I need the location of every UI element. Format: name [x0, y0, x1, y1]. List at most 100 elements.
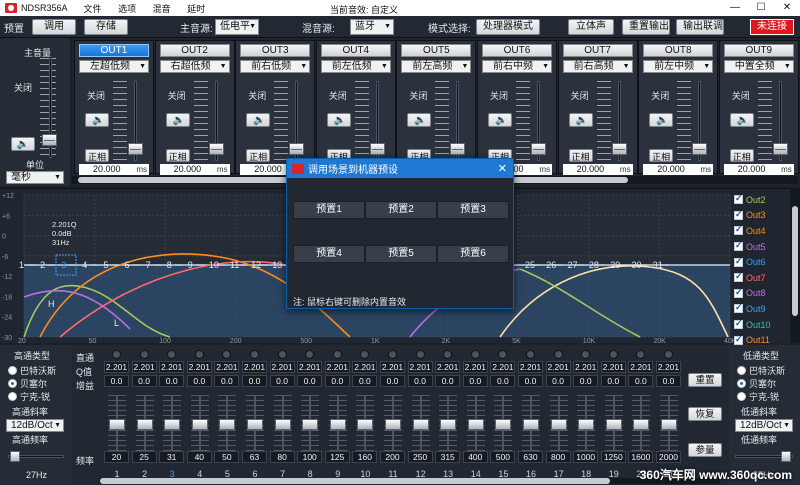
mute-button[interactable]: 🔈 [568, 113, 593, 127]
q-field[interactable]: 2.201 [656, 361, 681, 373]
gain-knob[interactable] [578, 419, 595, 430]
legend-item-out9[interactable]: Out9 [734, 301, 786, 317]
gain-field[interactable]: 0.0 [159, 375, 185, 387]
q-field[interactable]: 2.201 [628, 361, 654, 373]
volume-knob[interactable] [692, 143, 708, 155]
gain-knob[interactable] [385, 419, 401, 430]
highpass-type-linkwitz[interactable]: 宁克-锐 [0, 390, 72, 403]
menu-file[interactable]: 文件 [84, 4, 102, 14]
legend-item-out7[interactable]: Out7 [734, 270, 786, 286]
q-field[interactable]: 2.201 [518, 361, 543, 373]
mute-button[interactable]: 🔈 [729, 113, 754, 127]
preset-6-button[interactable]: 预置6 [437, 245, 509, 263]
q-field[interactable]: 2.201 [104, 361, 129, 373]
lowpass-slope-select[interactable]: 12dB/Oct [735, 419, 793, 432]
volume-knob[interactable] [208, 143, 224, 155]
bypass-toggle[interactable] [250, 350, 259, 359]
gain-knob[interactable] [136, 419, 153, 430]
master-mute-button[interactable]: 🔈 [11, 137, 35, 151]
speaker-select[interactable]: 前左低频 [320, 60, 391, 73]
volume-knob[interactable] [369, 143, 385, 155]
bypass-toggle[interactable] [332, 350, 342, 359]
bypass-toggle[interactable] [194, 350, 204, 359]
delay-field[interactable]: 20.000 ms [643, 164, 714, 175]
stereo-button[interactable]: 立体声 [568, 19, 614, 35]
preset-3-button[interactable]: 预置3 [437, 201, 509, 219]
freq-field[interactable]: 1600 [628, 451, 654, 463]
output-link-button[interactable]: 输出联调 [676, 19, 724, 35]
gain-knob[interactable] [605, 419, 622, 430]
gain-field[interactable]: 0.0 [324, 375, 350, 387]
gain-knob[interactable] [357, 419, 374, 430]
freq-field[interactable]: 630 [518, 451, 543, 463]
legend-item-out4[interactable]: Out4 [734, 223, 786, 239]
phase-button[interactable]: 正相 [85, 149, 109, 162]
close-icon[interactable]: ✕ [774, 0, 800, 16]
gain-knob[interactable] [329, 419, 346, 430]
gain-knob[interactable] [219, 419, 236, 430]
lowpass-type-linkwitz[interactable]: 宁克-锐 [729, 390, 800, 403]
mode-button[interactable]: 处理器模式 [476, 19, 540, 35]
q-field[interactable]: 2.201 [186, 361, 212, 373]
highpass-type-butterworth[interactable]: 巴特沃斯 [0, 364, 72, 377]
freq-field[interactable]: 40 [186, 451, 212, 463]
dialog-close-icon[interactable]: ✕ [498, 162, 507, 175]
gain-knob[interactable] [109, 419, 125, 430]
eq-scrollbar[interactable] [100, 478, 720, 484]
channel-tab[interactable]: OUT6 [482, 44, 552, 57]
freq-field[interactable]: 63 [242, 451, 267, 463]
volume-knob[interactable] [450, 143, 466, 155]
bypass-toggle[interactable] [581, 350, 591, 359]
preset-2-button[interactable]: 预置2 [365, 201, 437, 219]
channel-tab[interactable]: OUT8 [643, 44, 714, 57]
bypass-toggle[interactable] [305, 350, 315, 359]
gain-knob[interactable] [550, 419, 567, 430]
gain-field[interactable]: 0.0 [407, 375, 433, 387]
gain-knob[interactable] [440, 419, 457, 430]
menu-mix[interactable]: 混音 [153, 4, 171, 14]
freq-field[interactable]: 500 [490, 451, 516, 463]
freq-field[interactable]: 125 [324, 451, 350, 463]
lowpass-type-bessel[interactable]: 贝塞尔 [729, 377, 800, 390]
recall-button[interactable]: 调用 [32, 19, 76, 35]
legend-item-out6[interactable]: Out6 [734, 254, 786, 270]
highpass-freq-knob[interactable] [10, 451, 20, 462]
highpass-type-bessel[interactable]: 贝塞尔 [0, 377, 72, 390]
bypass-toggle[interactable] [112, 350, 121, 359]
bypass-toggle[interactable] [360, 350, 370, 359]
master-slider-knob[interactable] [42, 134, 57, 146]
speaker-select[interactable]: 前右低频 [240, 60, 311, 73]
speaker-select[interactable]: 前左高频 [401, 60, 472, 73]
bypass-toggle[interactable] [636, 350, 646, 359]
gain-knob[interactable] [247, 419, 263, 430]
menu-delay[interactable]: 延时 [187, 4, 205, 14]
mute-button[interactable]: 🔈 [649, 113, 674, 127]
channel-tab[interactable]: OUT3 [240, 44, 311, 57]
graph-scroll-thumb[interactable] [792, 206, 798, 316]
freq-field[interactable]: 315 [435, 451, 461, 463]
gain-field[interactable]: 0.0 [352, 375, 378, 387]
connection-status-button[interactable]: 未连接 [750, 19, 794, 35]
gain-field[interactable]: 0.0 [242, 375, 267, 387]
q-field[interactable]: 2.201 [407, 361, 433, 373]
legend-item-out3[interactable]: Out3 [734, 208, 786, 224]
highpass-slope-select[interactable]: 12dB/Oct [6, 419, 64, 432]
volume-knob[interactable] [772, 143, 788, 155]
eq-reset-button[interactable]: 重置 [688, 373, 722, 387]
volume-knob[interactable] [531, 143, 546, 155]
menu-options[interactable]: 选项 [118, 4, 136, 14]
bypass-toggle[interactable] [139, 350, 149, 359]
bypass-toggle[interactable] [664, 350, 673, 359]
gain-field[interactable]: 0.0 [297, 375, 323, 387]
freq-field[interactable]: 200 [380, 451, 405, 463]
bypass-toggle[interactable] [470, 350, 480, 359]
delay-field[interactable]: 20.000 ms [723, 164, 794, 175]
freq-field[interactable]: 50 [214, 451, 240, 463]
gain-knob[interactable] [164, 419, 181, 430]
bypass-toggle[interactable] [222, 350, 232, 359]
speaker-select[interactable]: 左超低频 [79, 60, 149, 73]
speaker-select[interactable]: 前左中频 [643, 60, 714, 73]
mute-button[interactable]: 🔈 [246, 113, 271, 127]
gain-field[interactable]: 0.0 [573, 375, 599, 387]
q-field[interactable]: 2.201 [462, 361, 488, 373]
